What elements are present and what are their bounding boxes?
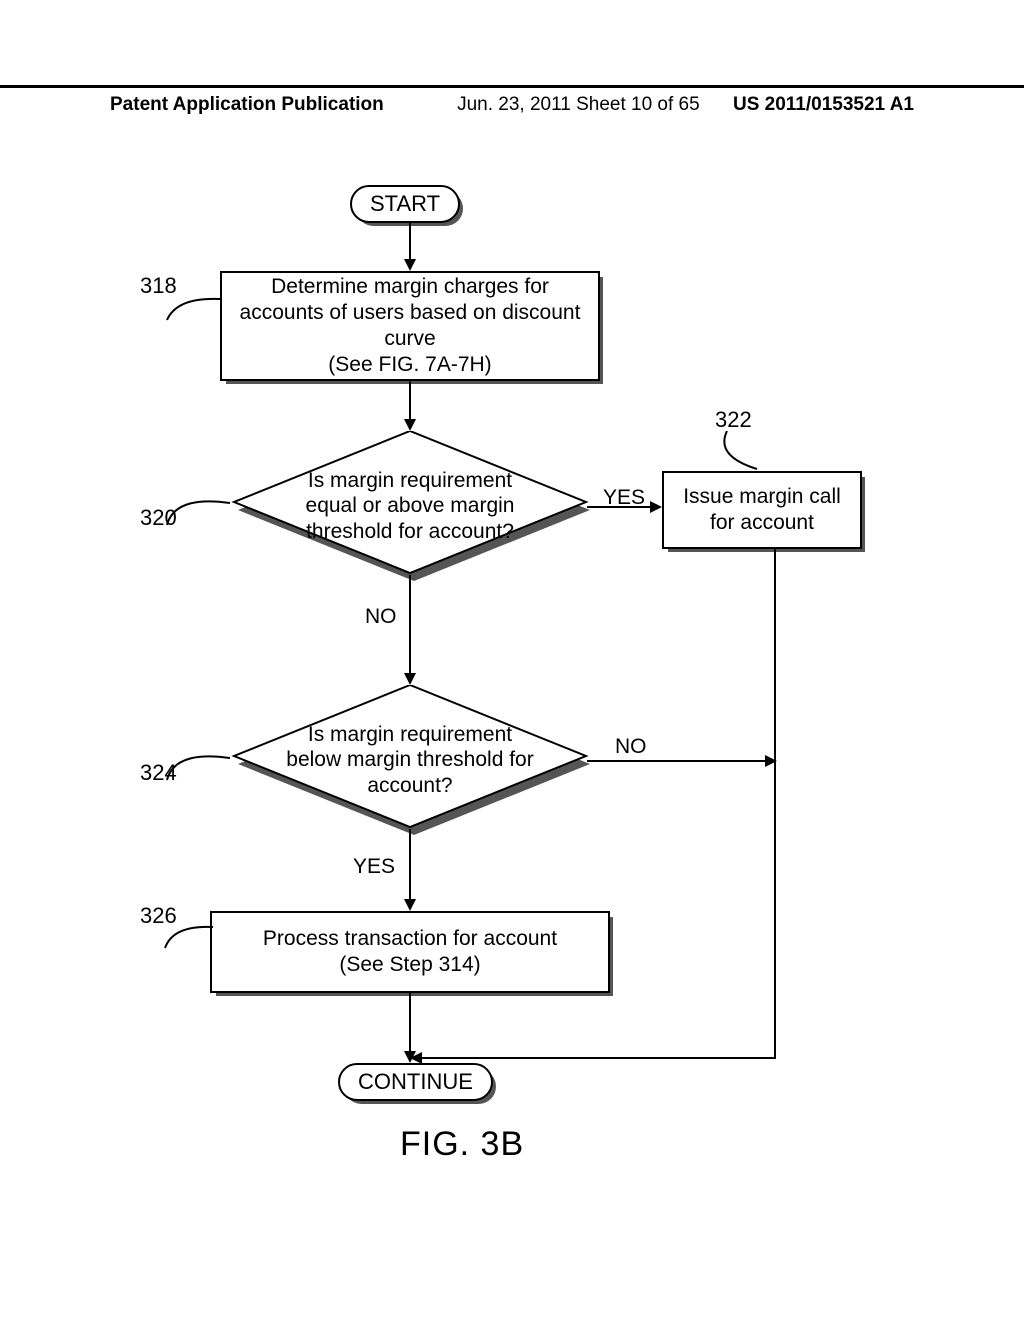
lead-322 bbox=[715, 431, 765, 473]
process-318: Determine margin charges for accounts of… bbox=[220, 271, 600, 381]
decision-320: Is margin requirement equal or above mar… bbox=[230, 431, 590, 581]
page-header: Patent Application Publication Jun. 23, … bbox=[0, 85, 1024, 116]
decision-320-text: Is margin requirement equal or above mar… bbox=[230, 431, 590, 581]
arrow-320-322 bbox=[587, 497, 662, 517]
lead-320 bbox=[165, 485, 235, 530]
header-left: Patent Application Publication bbox=[110, 94, 384, 116]
lead-324 bbox=[165, 740, 235, 785]
header-row: Patent Application Publication Jun. 23, … bbox=[0, 94, 1024, 116]
header-mid: Jun. 23, 2011 Sheet 10 of 65 bbox=[384, 94, 733, 116]
lead-326 bbox=[163, 923, 218, 953]
arrow-318-320 bbox=[400, 381, 420, 431]
label-yes-324: YES bbox=[353, 855, 395, 879]
ref-322: 322 bbox=[715, 407, 752, 433]
terminator-continue: CONTINUE bbox=[338, 1063, 493, 1101]
process-326: Process transaction for account (See Ste… bbox=[210, 911, 610, 993]
flowchart: START Determine margin charges for accou… bbox=[125, 185, 895, 1115]
terminator-start: START bbox=[350, 185, 460, 223]
arrow-start-318 bbox=[400, 223, 420, 271]
process-318-text: Determine margin charges for accounts of… bbox=[234, 274, 586, 379]
decision-324: Is margin requirement below margin thres… bbox=[230, 685, 590, 835]
terminator-continue-text: CONTINUE bbox=[358, 1069, 473, 1094]
arrow-324-326 bbox=[400, 829, 420, 911]
process-322: Issue margin call for account bbox=[662, 471, 862, 549]
arrow-324-no bbox=[587, 751, 777, 771]
terminator-start-text: START bbox=[370, 191, 440, 216]
process-322-text: Issue margin call for account bbox=[676, 484, 848, 537]
process-326-text: Process transaction for account (See Ste… bbox=[263, 926, 557, 979]
arrow-322-down bbox=[765, 549, 785, 1059]
label-no-320: NO bbox=[365, 605, 397, 629]
figure-label: FIG. 3B bbox=[400, 1125, 524, 1164]
arrow-320-324 bbox=[400, 575, 420, 685]
lead-318 bbox=[165, 295, 225, 325]
decision-324-text: Is margin requirement below margin thres… bbox=[230, 685, 590, 835]
header-right: US 2011/0153521 A1 bbox=[733, 94, 914, 116]
